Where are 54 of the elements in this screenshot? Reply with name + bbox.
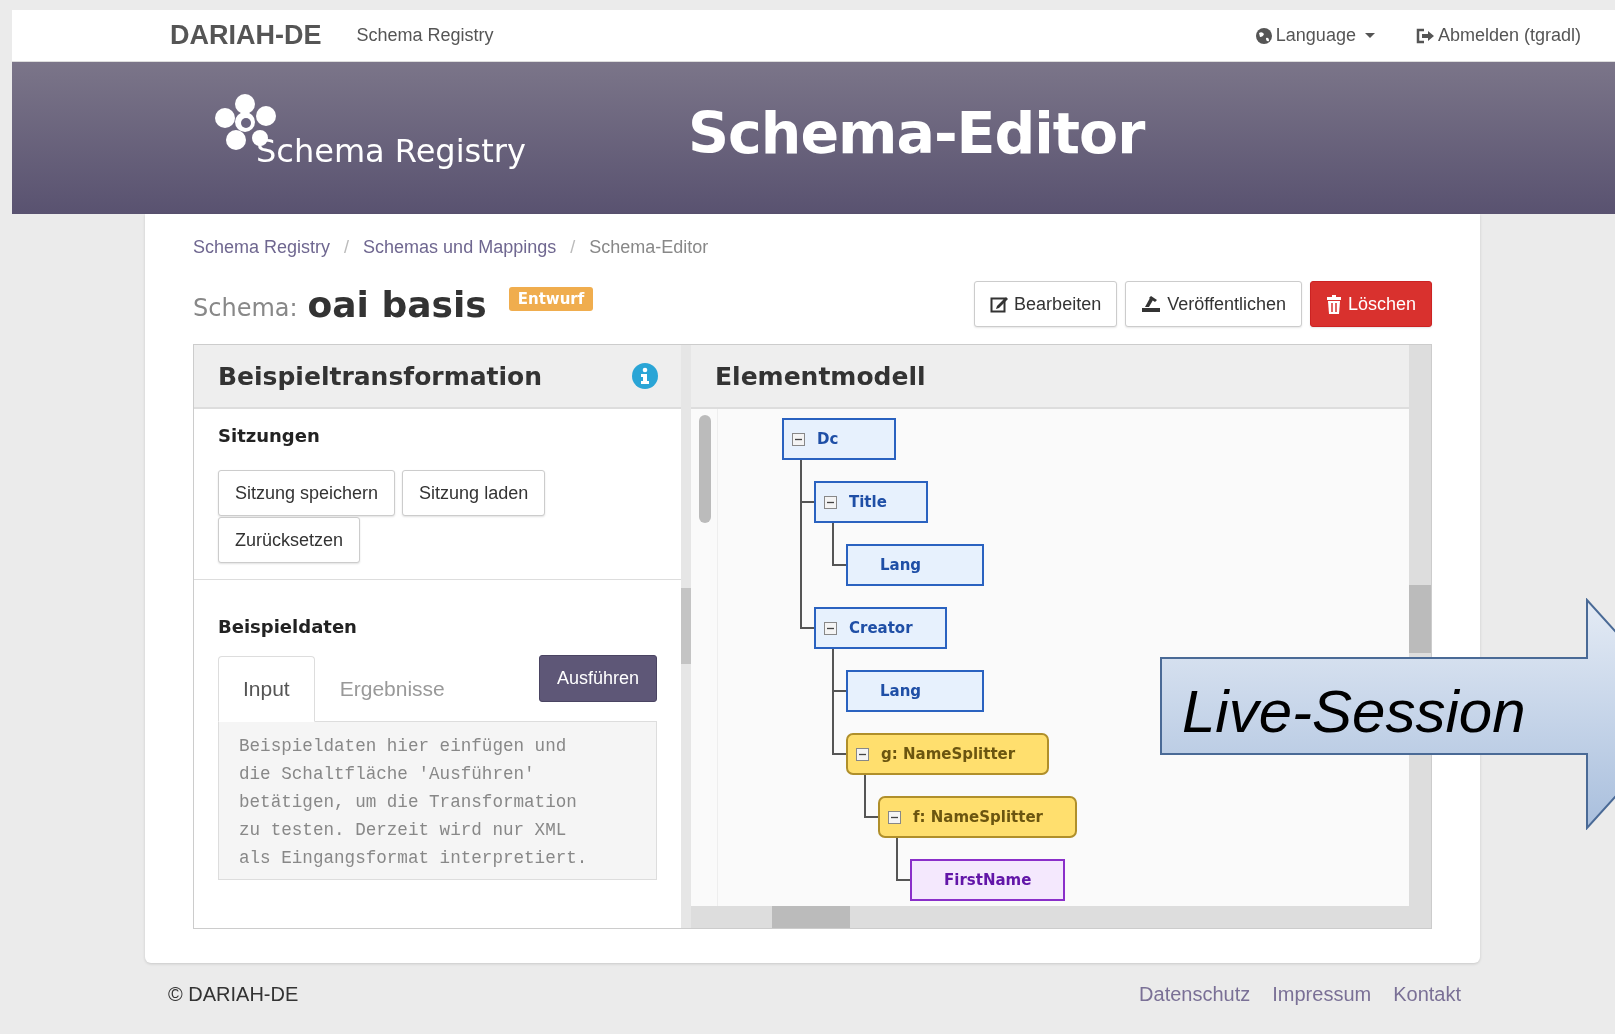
footer-link[interactable]: Datenschutz xyxy=(1139,982,1251,1006)
breadcrumb-link[interactable]: Schema Registry xyxy=(193,236,331,258)
callout-text: Live-Session xyxy=(1182,682,1526,742)
breadcrumb-link[interactable]: Schemas und Mappings xyxy=(363,236,557,258)
section-heading: Beispieldaten xyxy=(218,616,358,637)
panel-title: Elementmodell xyxy=(715,361,926,391)
session-button[interactable]: Sitzung speichern xyxy=(218,470,396,516)
edit-icon xyxy=(990,295,1009,313)
page-title: Schema-Editor xyxy=(688,100,1145,166)
scrollbar[interactable] xyxy=(681,345,691,928)
field-node[interactable]: FirstName xyxy=(910,859,1066,901)
copyright-text: © DARIAH-DE xyxy=(168,982,300,1006)
breadcrumb-separator: / xyxy=(344,236,350,258)
scrollbar[interactable] xyxy=(691,906,1409,928)
tab[interactable]: Input xyxy=(218,656,315,722)
trash-icon xyxy=(1325,294,1342,314)
schema-name: oai basis xyxy=(307,283,487,325)
logout-icon xyxy=(1414,26,1435,45)
collapse-icon[interactable] xyxy=(792,432,805,446)
info-icon[interactable] xyxy=(631,362,659,390)
run-button[interactable]: Ausführen xyxy=(538,655,657,702)
breadcrumb-link[interactable]: Schema-Editor xyxy=(589,236,709,258)
session-button[interactable]: Sitzung laden xyxy=(402,470,546,516)
collapse-icon[interactable] xyxy=(888,810,901,824)
brand-name[interactable]: DARIAH-DE xyxy=(170,20,322,51)
element-node[interactable]: Lang xyxy=(846,670,984,712)
caret-icon xyxy=(1364,33,1375,38)
status-badge: Entwurf xyxy=(508,287,594,311)
element-node[interactable]: Dc xyxy=(782,418,896,460)
function-node[interactable]: g: NameSplitter xyxy=(846,733,1050,775)
collapse-icon[interactable] xyxy=(856,747,869,761)
element-node[interactable]: Title xyxy=(814,481,928,523)
section-heading: Sitzungen xyxy=(218,425,321,446)
collapse-icon[interactable] xyxy=(824,495,837,509)
element-node[interactable]: Lang xyxy=(846,544,984,586)
stamp-icon xyxy=(1141,295,1162,313)
sample-input-field[interactable]: Beispieldaten hier einfügen und die Schaltfläche 'Ausführen' betätigen, um die Transformation zu testen. Derzeit wird nur XML als Eingangsformat interpretiert. xyxy=(218,722,657,880)
collapse-icon[interactable] xyxy=(824,621,837,635)
panel-title: Beispieltransformation xyxy=(218,361,543,391)
footer-link[interactable]: Impressum xyxy=(1272,982,1372,1006)
app-name[interactable]: Schema Registry xyxy=(356,25,494,46)
function-node[interactable]: f: NameSplitter xyxy=(878,796,1077,838)
language-menu[interactable]: Language xyxy=(1254,25,1375,46)
element-node[interactable]: Creator xyxy=(814,607,947,649)
session-button[interactable]: Zurücksetzen xyxy=(218,517,361,563)
logo-text: Schema Registry xyxy=(256,132,526,170)
publish-button[interactable]: Veröffentlichen xyxy=(1125,281,1302,327)
breadcrumb-separator: / xyxy=(570,236,576,258)
globe-icon xyxy=(1254,26,1273,45)
logout-link[interactable]: Abmelden (tgradl) xyxy=(1414,25,1581,46)
schema-label: Schema: xyxy=(193,294,298,322)
delete-button[interactable]: Löschen xyxy=(1309,281,1432,327)
edit-button[interactable]: Bearbeiten xyxy=(974,281,1118,327)
footer-link[interactable]: Kontakt xyxy=(1393,982,1461,1006)
